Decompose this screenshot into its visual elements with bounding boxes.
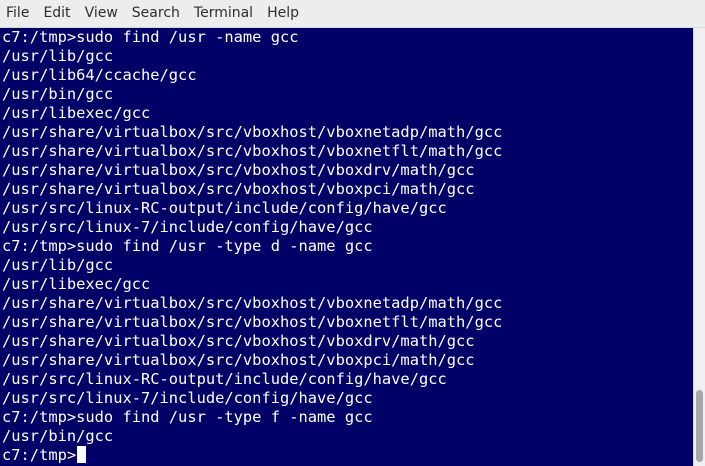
terminal-line: /usr/bin/gcc (2, 427, 114, 445)
terminal-line: /usr/src/linux-7/include/config/have/gcc (2, 218, 373, 236)
terminal-line: /usr/lib/gcc (2, 47, 114, 65)
terminal-line: /usr/src/linux-7/include/config/have/gcc (2, 389, 373, 407)
terminal-line: /usr/bin/gcc (2, 85, 114, 103)
scrollbar-thumb[interactable] (696, 390, 703, 462)
terminal-line: /usr/share/virtualbox/src/vboxhost/vboxp… (2, 351, 475, 369)
terminal-line: /usr/libexec/gcc (2, 275, 151, 293)
terminal-line: /usr/src/linux-RC-output/include/config/… (2, 199, 447, 217)
terminal-line: /usr/libexec/gcc (2, 104, 151, 122)
menu-view[interactable]: View (78, 0, 125, 27)
terminal-line: /usr/share/virtualbox/src/vboxhost/vboxn… (2, 142, 503, 160)
terminal-line: /usr/src/linux-RC-output/include/config/… (2, 370, 447, 388)
menu-search[interactable]: Search (125, 0, 187, 27)
terminal-line: /usr/lib/gcc (2, 256, 114, 274)
terminal-lines: c7:/tmp>sudo find /usr -name gcc /usr/li… (0, 28, 693, 465)
terminal-prompt-line[interactable]: c7:/tmp> (2, 446, 693, 465)
terminal-line: /usr/share/virtualbox/src/vboxhost/vboxn… (2, 313, 503, 331)
menu-file[interactable]: File (0, 0, 36, 27)
vertical-scrollbar[interactable] (693, 28, 705, 466)
terminal-line: c7:/tmp>sudo find /usr -name gcc (2, 28, 299, 46)
terminal-line: /usr/share/virtualbox/src/vboxhost/vboxn… (2, 123, 503, 141)
terminal-line: /usr/share/virtualbox/src/vboxhost/vboxd… (2, 161, 475, 179)
menu-help[interactable]: Help (260, 0, 306, 27)
terminal-prompt: c7:/tmp> (2, 446, 77, 464)
terminal-line: /usr/share/virtualbox/src/vboxhost/vboxn… (2, 294, 503, 312)
terminal-line: /usr/share/virtualbox/src/vboxhost/vboxp… (2, 180, 475, 198)
menu-edit[interactable]: Edit (36, 0, 77, 27)
terminal-output[interactable]: c7:/tmp>sudo find /usr -name gcc /usr/li… (0, 28, 693, 466)
menu-bar: File Edit View Search Terminal Help (0, 0, 705, 28)
terminal-line: c7:/tmp>sudo find /usr -type d -name gcc (2, 237, 373, 255)
text-cursor (77, 446, 87, 463)
terminal-line: /usr/share/virtualbox/src/vboxhost/vboxd… (2, 332, 475, 350)
terminal-line: /usr/lib64/ccache/gcc (2, 66, 197, 84)
terminal-line: c7:/tmp>sudo find /usr -type f -name gcc (2, 408, 373, 426)
menu-terminal[interactable]: Terminal (187, 0, 260, 27)
